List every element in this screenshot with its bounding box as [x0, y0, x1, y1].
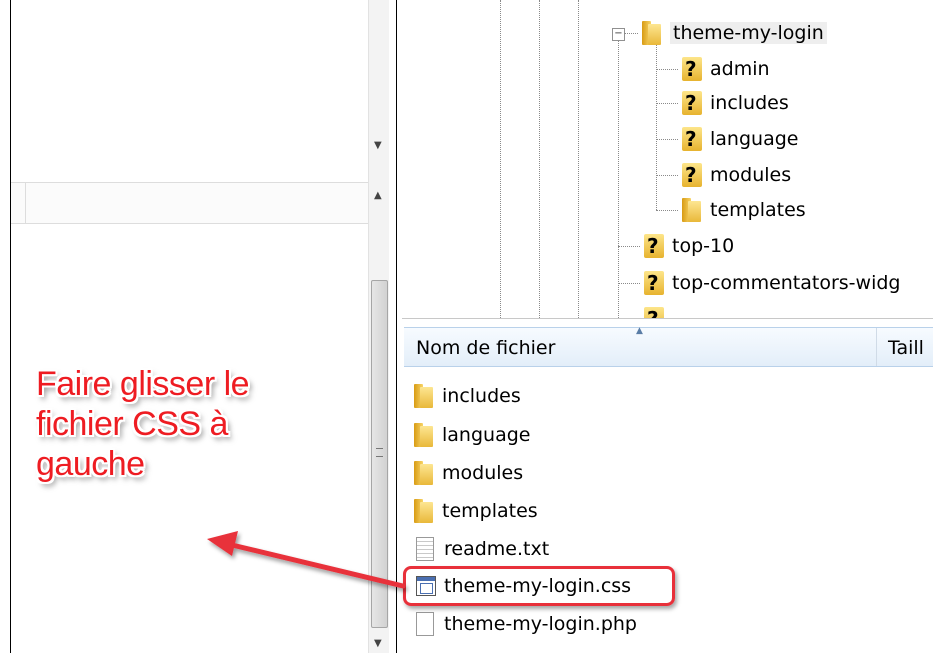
tree-node-label: top-commentators-widg: [672, 272, 901, 294]
tree-node-theme-my-login[interactable]: theme-my-login: [640, 18, 827, 48]
tree-guide: [618, 283, 640, 284]
question-folder-icon: ?: [642, 234, 664, 258]
question-folder-icon: ?: [680, 127, 702, 151]
annotation-line: fichier CSS à: [36, 405, 228, 443]
column-divider[interactable]: [25, 183, 26, 223]
tree-node-partial[interactable]: ?: [642, 304, 672, 318]
scrollbar-thumb[interactable]: [371, 280, 388, 628]
tree-node-modules[interactable]: ? modules: [680, 160, 791, 190]
text-file-icon: [416, 537, 434, 561]
folder-icon: [412, 384, 434, 408]
local-list-header: [11, 182, 369, 224]
tree-node-admin[interactable]: ? admin: [680, 54, 770, 84]
column-header-size[interactable]: Taill: [888, 337, 924, 359]
folder-icon: [412, 499, 434, 523]
column-header-filename[interactable]: Nom de fichier: [416, 337, 555, 359]
tree-guide: [624, 33, 638, 34]
tree-node-label: includes: [710, 92, 789, 114]
file-row-templates[interactable]: templates: [412, 494, 538, 528]
tree-guide: [656, 175, 678, 176]
tree-node-label: theme-my-login: [670, 22, 827, 44]
question-folder-icon: ?: [680, 91, 702, 115]
tree-node-language[interactable]: ? language: [680, 124, 798, 154]
question-folder-icon: ?: [680, 163, 702, 187]
file-list-header: ▲ Nom de fichier Taill: [404, 326, 933, 367]
tree-guide: [539, 0, 540, 318]
folder-icon: [412, 423, 434, 447]
file-name: language: [442, 424, 531, 446]
local-pane-top: ▼: [10, 0, 389, 173]
folder-open-icon: [640, 21, 662, 45]
sort-ascending-icon: ▲: [636, 326, 643, 336]
highlight-box: [403, 566, 675, 606]
annotation-text: Faire glisser le fichier CSS à gauche: [36, 364, 250, 484]
tree-guide: [656, 103, 678, 104]
tree-node-label: language: [710, 128, 799, 150]
grip-icon: [376, 448, 383, 457]
file-row-modules[interactable]: modules: [412, 456, 523, 490]
column-divider[interactable]: [876, 328, 877, 366]
file-row-includes[interactable]: includes: [412, 379, 521, 413]
scroll-down-arrow-icon[interactable]: ▼: [374, 140, 382, 151]
annotation-line: Faire glisser le: [36, 365, 250, 403]
file-name: theme-my-login.php: [444, 613, 637, 635]
tree-node-label: templates: [710, 199, 806, 221]
tree-node-label: top-10: [672, 235, 735, 257]
file-name: modules: [442, 462, 524, 484]
tree-node-includes[interactable]: ? includes: [680, 88, 789, 118]
file-row-theme-my-login-php[interactable]: theme-my-login.php: [412, 607, 637, 641]
file-row-readme[interactable]: readme.txt: [412, 532, 549, 566]
file-name: readme.txt: [444, 538, 550, 560]
blank-file-icon: [416, 612, 434, 636]
question-folder-icon: ?: [680, 57, 702, 81]
remote-tree: − theme-my-login ? admin ? includes ? la…: [402, 0, 933, 318]
tree-guide: [656, 139, 678, 140]
tree-guide: [618, 40, 619, 318]
tree-guide: [618, 246, 640, 247]
folder-icon: [412, 461, 434, 485]
tree-guide: [656, 210, 678, 211]
local-top-scrollbar[interactable]: ▼: [368, 0, 389, 172]
file-name: includes: [442, 385, 521, 407]
file-name: templates: [442, 500, 538, 522]
tree-node-templates[interactable]: templates: [680, 195, 806, 225]
annotation-line: gauche: [36, 445, 145, 483]
tree-guide: [656, 69, 678, 70]
tree-guide: [500, 0, 501, 318]
scroll-down-arrow-icon[interactable]: ▼: [374, 638, 382, 649]
tree-node-top-10[interactable]: ? top-10: [642, 231, 734, 261]
scroll-up-arrow-icon[interactable]: ▲: [374, 190, 382, 201]
question-folder-icon: ?: [642, 307, 664, 318]
tree-toggle-collapse[interactable]: −: [612, 28, 625, 41]
tree-node-label: admin: [710, 58, 770, 80]
question-folder-icon: ?: [642, 271, 664, 295]
tree-node-label: modules: [710, 164, 792, 186]
file-row-language[interactable]: language: [412, 418, 530, 452]
tree-guide: [578, 0, 579, 318]
tree-node-top-commentators-widget[interactable]: ? top-commentators-widg: [642, 268, 900, 298]
local-list-scrollbar[interactable]: ▲ ▼: [368, 172, 389, 653]
folder-icon: [680, 198, 702, 222]
